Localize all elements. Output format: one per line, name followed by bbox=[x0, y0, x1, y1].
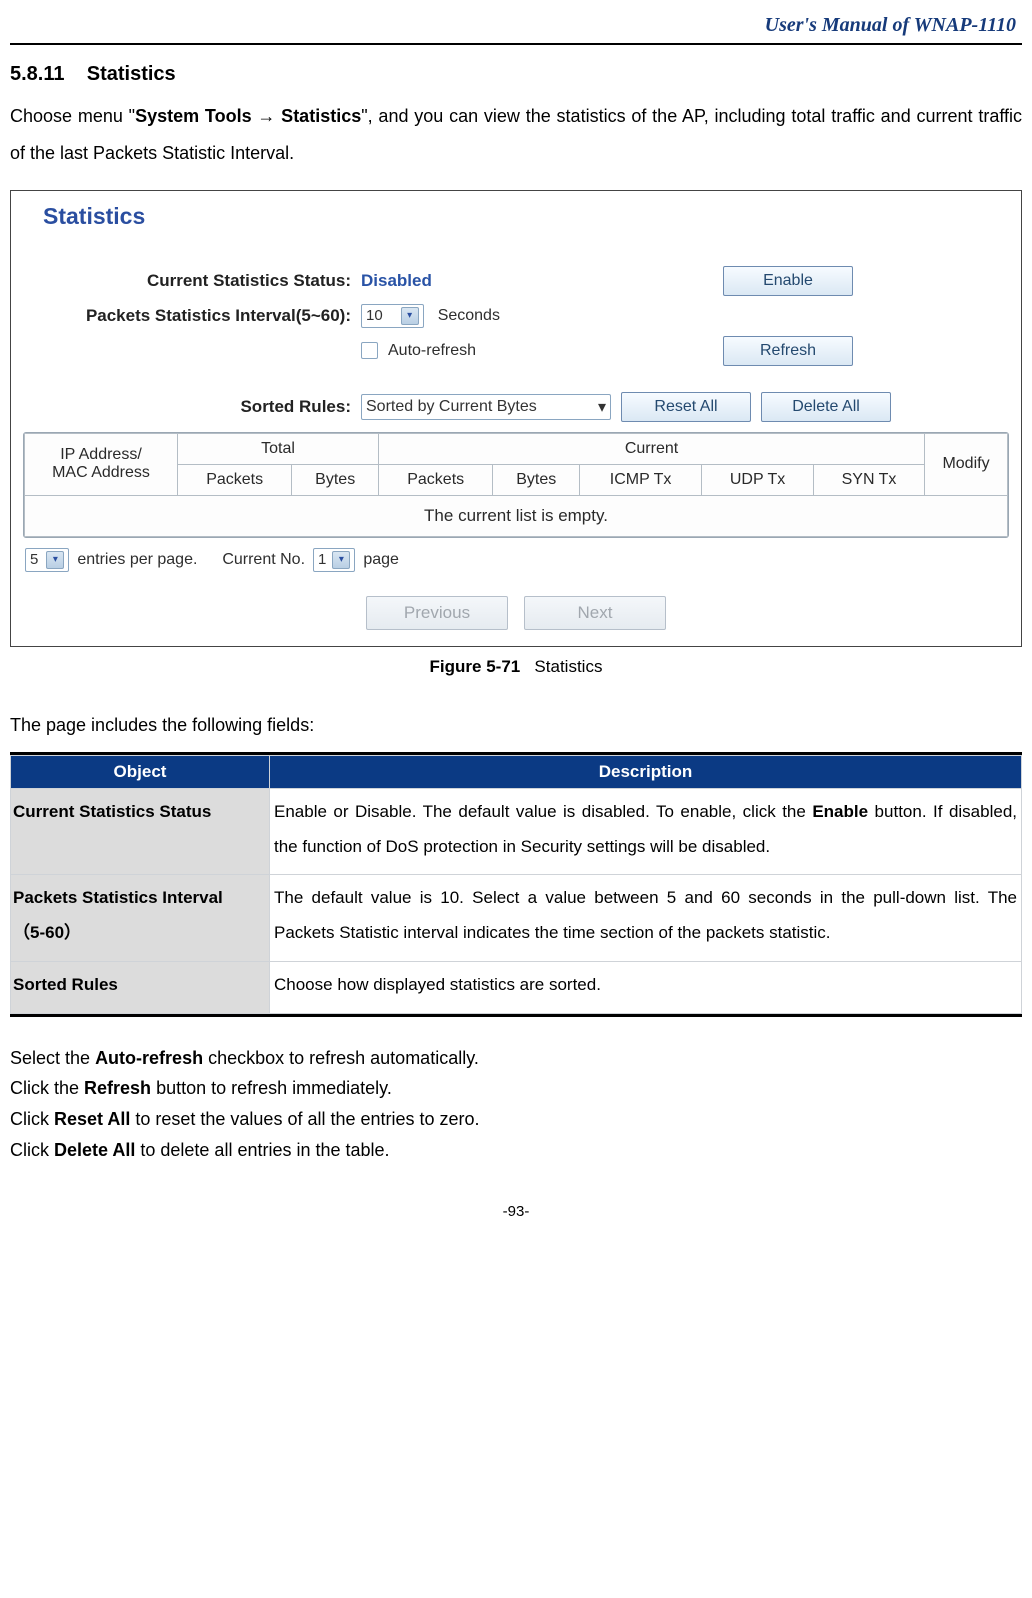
desc-row-3-desc: Choose how displayed statistics are sort… bbox=[270, 962, 1022, 1014]
body-instructions: Select the Auto-refresh checkbox to refr… bbox=[10, 1043, 1022, 1165]
empty-message: The current list is empty. bbox=[25, 495, 1008, 536]
col-ipmac: IP Address/ MAC Address bbox=[25, 433, 178, 495]
col-icmp: ICMP Tx bbox=[580, 464, 702, 495]
next-button[interactable]: Next bbox=[524, 596, 666, 630]
entries-text: entries per page. bbox=[77, 551, 197, 569]
table-header-row-1: IP Address/ MAC Address Total Current Mo… bbox=[25, 433, 1008, 464]
figure-number: Figure 5-71 bbox=[430, 657, 521, 676]
sorted-label: Sorted Rules: bbox=[35, 397, 361, 417]
obj-text: Sorted Rules bbox=[13, 975, 118, 994]
obj-text: Packets Statistics Interval bbox=[13, 888, 223, 907]
fields-lead: The page includes the following fields: bbox=[10, 707, 1022, 744]
delete-all-button[interactable]: Delete All bbox=[761, 392, 891, 422]
desc-text: The default value is 10. Select a value … bbox=[274, 888, 1017, 942]
reset-all-button[interactable]: Reset All bbox=[621, 392, 751, 422]
screenshot-title: Statistics bbox=[21, 197, 1011, 258]
col-current: Current bbox=[379, 433, 925, 464]
entries-select[interactable]: 5 ▾ bbox=[25, 548, 69, 572]
figure-title: Statistics bbox=[534, 657, 602, 676]
line-delete-all: Click Delete All to delete all entries i… bbox=[10, 1135, 1022, 1166]
desc-row-3: Sorted Rules Choose how displayed statis… bbox=[11, 962, 1022, 1014]
col-syn: SYN Tx bbox=[814, 464, 925, 495]
interval-value: 10 bbox=[366, 307, 383, 324]
desc-row-1: Current Statistics Status Enable or Disa… bbox=[11, 788, 1022, 875]
interval-label: Packets Statistics Interval(5~60): bbox=[35, 306, 361, 326]
entries-row: 5 ▾ entries per page. Current No. 1 ▾ pa… bbox=[25, 548, 1007, 572]
chevron-down-icon: ▾ bbox=[401, 307, 419, 325]
header-description: Description bbox=[270, 755, 1022, 788]
desc-bold: Enable bbox=[812, 802, 868, 821]
page-text: page bbox=[363, 551, 399, 569]
col-cur-bytes: Bytes bbox=[493, 464, 580, 495]
line-reset-all: Click Reset All to reset the values of a… bbox=[10, 1104, 1022, 1135]
status-value: Disabled bbox=[361, 271, 581, 291]
desc-text: Choose how displayed statistics are sort… bbox=[274, 975, 601, 994]
chevron-down-icon: ▾ bbox=[598, 397, 606, 417]
col-total: Total bbox=[178, 433, 379, 464]
chevron-down-icon: ▾ bbox=[332, 551, 350, 569]
intro-paragraph: Choose menu "System Tools → Statistics",… bbox=[10, 98, 1022, 172]
section-heading: 5.8.11 Statistics bbox=[10, 63, 1022, 86]
desc-row-2-desc: The default value is 10. Select a value … bbox=[270, 875, 1022, 962]
col-modify: Modify bbox=[925, 433, 1008, 495]
previous-button[interactable]: Previous bbox=[366, 596, 508, 630]
entries-value: 5 bbox=[30, 551, 38, 568]
desc-row-1-object: Current Statistics Status bbox=[11, 788, 270, 875]
col-total-bytes: Bytes bbox=[292, 464, 379, 495]
desc-row-1-desc: Enable or Disable. The default value is … bbox=[270, 788, 1022, 875]
section-title: Statistics bbox=[87, 63, 176, 85]
desc-header-row: Object Description bbox=[11, 755, 1022, 788]
seconds-label: Seconds bbox=[438, 307, 500, 325]
chevron-down-icon: ▾ bbox=[46, 551, 64, 569]
figure-caption: Figure 5-71 Statistics bbox=[10, 657, 1022, 677]
col-cur-packets: Packets bbox=[379, 464, 493, 495]
description-table: Object Description Current Statistics St… bbox=[10, 752, 1022, 1017]
obj-subtext: （5-60） bbox=[13, 916, 265, 951]
header-rule bbox=[10, 43, 1022, 45]
sort-value: Sorted by Current Bytes bbox=[366, 398, 537, 416]
obj-text: Current Statistics Status bbox=[13, 802, 211, 821]
desc-row-2: Packets Statistics Interval （5-60） The d… bbox=[11, 875, 1022, 962]
intro-menu-path: System Tools → Statistics bbox=[135, 106, 361, 126]
header-object: Object bbox=[11, 755, 270, 788]
current-no-label: Current No. bbox=[222, 551, 305, 569]
stats-table: IP Address/ MAC Address Total Current Mo… bbox=[23, 432, 1009, 538]
sort-select[interactable]: Sorted by Current Bytes ▾ bbox=[361, 394, 611, 420]
refresh-button[interactable]: Refresh bbox=[723, 336, 853, 366]
doc-header: User's Manual of WNAP-1110 bbox=[10, 10, 1022, 43]
desc-row-3-object: Sorted Rules bbox=[11, 962, 270, 1014]
col-udp: UDP Tx bbox=[702, 464, 814, 495]
table-empty-row: The current list is empty. bbox=[25, 495, 1008, 536]
col-total-packets: Packets bbox=[178, 464, 292, 495]
auto-refresh-checkbox[interactable] bbox=[361, 342, 378, 359]
page-value: 1 bbox=[318, 551, 326, 568]
auto-refresh-label: Auto-refresh bbox=[388, 342, 476, 360]
enable-button[interactable]: Enable bbox=[723, 266, 853, 296]
line-refresh: Click the Refresh button to refresh imme… bbox=[10, 1073, 1022, 1104]
section-number: 5.8.11 bbox=[10, 63, 65, 85]
desc-row-2-object: Packets Statistics Interval （5-60） bbox=[11, 875, 270, 962]
desc-text: Enable or Disable. The default value is … bbox=[274, 802, 812, 821]
page-number: -93- bbox=[10, 1203, 1022, 1220]
page-select[interactable]: 1 ▾ bbox=[313, 548, 355, 572]
interval-select[interactable]: 10 ▾ bbox=[361, 304, 424, 328]
statistics-screenshot: Statistics Current Statistics Status: Di… bbox=[10, 190, 1022, 647]
intro-prefix: Choose menu " bbox=[10, 106, 135, 126]
status-label: Current Statistics Status: bbox=[35, 271, 361, 291]
line-auto-refresh: Select the Auto-refresh checkbox to refr… bbox=[10, 1043, 1022, 1074]
